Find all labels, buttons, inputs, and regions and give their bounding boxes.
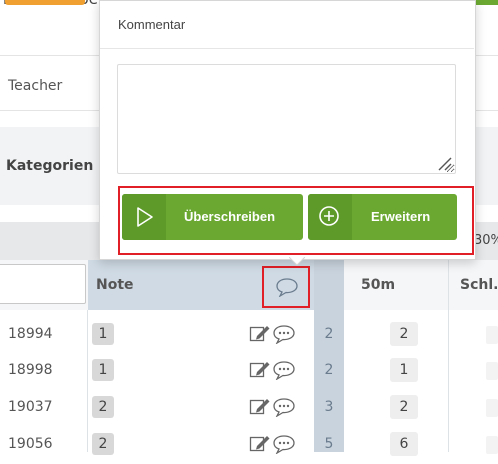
chat-bubble-icon[interactable] bbox=[272, 360, 296, 380]
kategorien-label: Kategorien u bbox=[6, 158, 109, 174]
resize-grip-icon[interactable] bbox=[436, 155, 452, 171]
value-badge[interactable]: 2 bbox=[390, 395, 418, 419]
popover-arrow bbox=[289, 257, 305, 266]
teacher-label: Teacher bbox=[8, 78, 63, 94]
comment-header-highlight bbox=[262, 266, 310, 308]
search-input[interactable] bbox=[0, 264, 86, 304]
row-id: 19037 bbox=[8, 399, 53, 415]
buttons-highlight bbox=[118, 186, 474, 255]
note-badge[interactable]: 2 bbox=[92, 396, 114, 418]
popover-title: Kommentar bbox=[118, 17, 186, 32]
row-id: 19056 bbox=[8, 436, 53, 452]
chat-bubble-icon[interactable] bbox=[272, 324, 296, 344]
pencil-edit-icon[interactable] bbox=[249, 324, 271, 344]
faint-badge bbox=[486, 362, 498, 380]
pencil-edit-icon[interactable] bbox=[249, 360, 271, 380]
pencil-edit-icon[interactable] bbox=[249, 434, 271, 454]
pencil-edit-icon[interactable] bbox=[249, 397, 271, 417]
row-actions bbox=[249, 434, 299, 454]
value-badge[interactable]: 6 bbox=[390, 432, 418, 456]
table-row: 18998 1 2 1 bbox=[0, 352, 498, 390]
side-number: 2 bbox=[324, 326, 334, 342]
table-row: 19037 2 3 2 bbox=[0, 389, 498, 427]
side-number: 3 bbox=[324, 399, 334, 415]
row-id: 18998 bbox=[8, 362, 53, 378]
row-id: 18994 bbox=[8, 326, 53, 342]
value-badge[interactable]: 1 bbox=[390, 358, 418, 382]
50m-header-label: 50m bbox=[361, 277, 396, 293]
faint-badge bbox=[486, 326, 498, 344]
schl-header-label: Schl. bbox=[460, 277, 498, 293]
faint-badge bbox=[486, 399, 498, 417]
row-actions bbox=[249, 324, 299, 344]
row-actions bbox=[249, 397, 299, 417]
chat-bubble-icon[interactable] bbox=[272, 434, 296, 454]
side-number: 5 bbox=[324, 436, 334, 452]
side-number: 2 bbox=[324, 362, 334, 378]
orange-button-edge[interactable] bbox=[5, 0, 85, 5]
percent-label: 30% bbox=[474, 233, 498, 248]
table-row: 19056 2 5 6 bbox=[0, 426, 498, 464]
note-header-label: Note bbox=[96, 277, 134, 293]
table-row: 18994 1 2 2 bbox=[0, 316, 498, 354]
note-badge[interactable]: 1 bbox=[92, 323, 114, 345]
row-actions bbox=[249, 360, 299, 380]
divider bbox=[100, 48, 474, 49]
chat-bubble-icon[interactable] bbox=[272, 397, 296, 417]
value-badge[interactable]: 2 bbox=[390, 322, 418, 346]
note-badge[interactable]: 1 bbox=[92, 359, 114, 381]
comment-textarea[interactable] bbox=[117, 64, 456, 174]
faint-badge bbox=[486, 436, 498, 454]
